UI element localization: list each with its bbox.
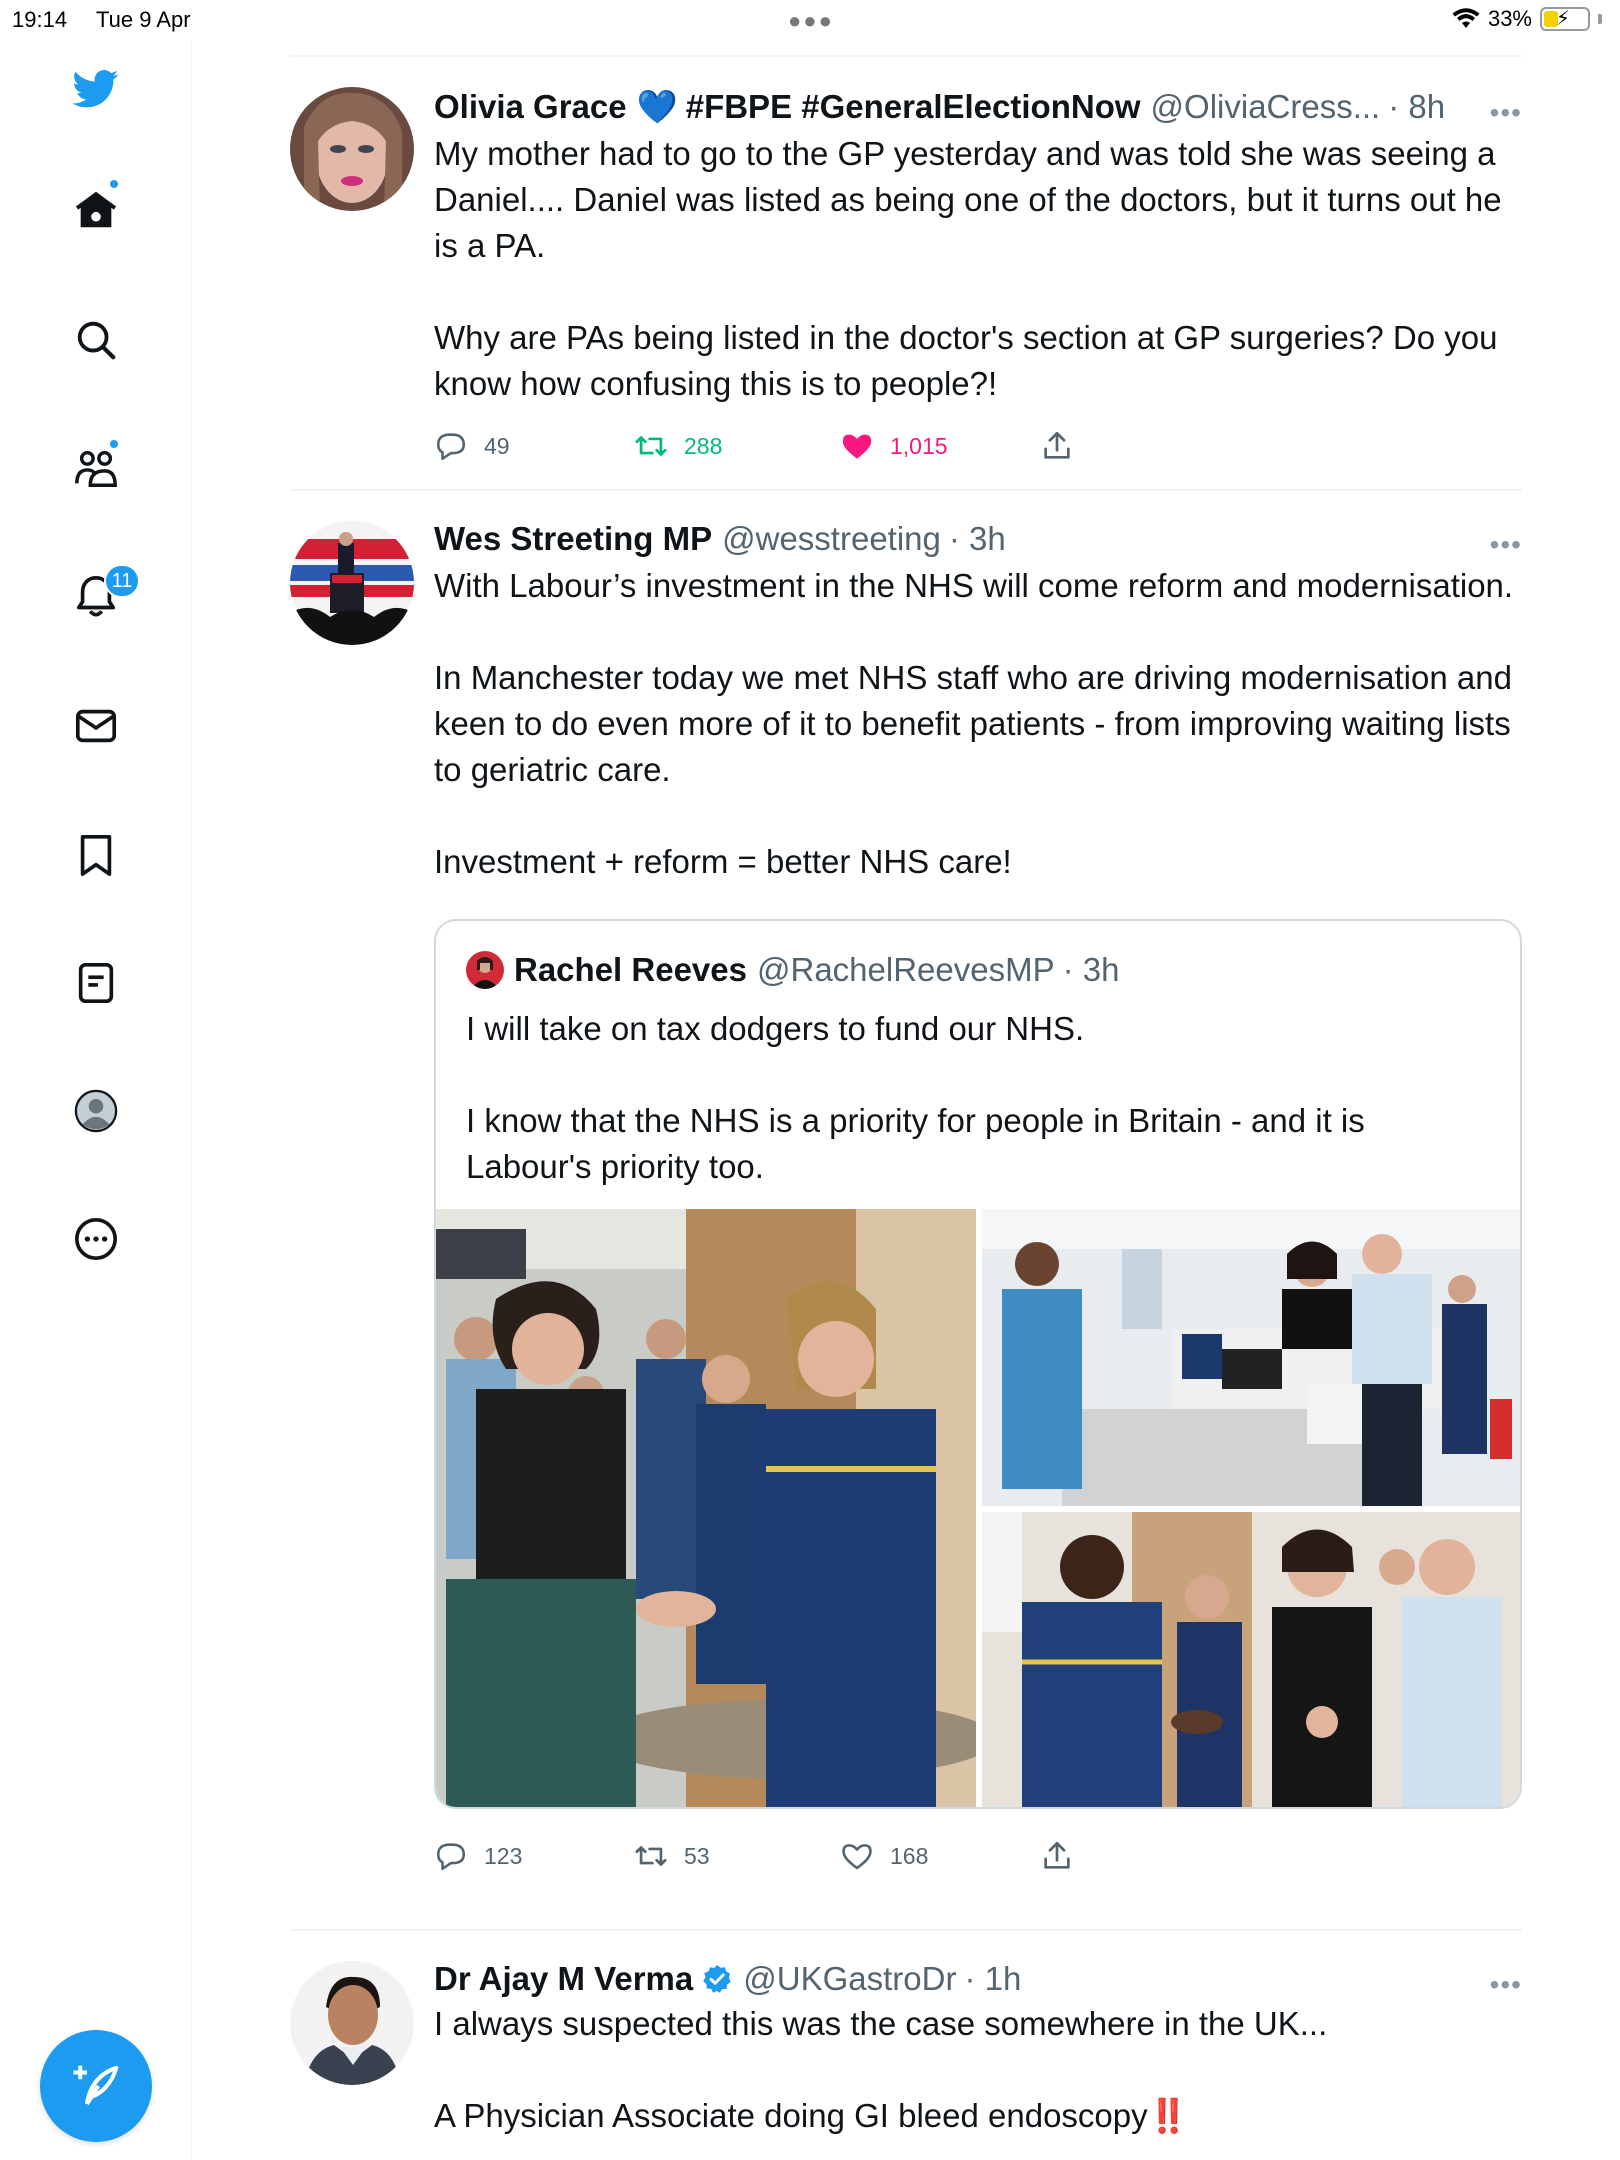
author-hashtags[interactable]: #FBPE #GeneralElectionNow xyxy=(686,88,1141,126)
retweet-icon xyxy=(635,1846,667,1866)
author-handle[interactable]: @UKGastroDr xyxy=(743,1960,956,1998)
reply-count: 123 xyxy=(484,1842,523,1869)
quote-author-name[interactable]: Rachel Reeves xyxy=(514,951,747,989)
quote-avatar-rachel-reeves[interactable] xyxy=(466,951,504,989)
status-time: 19:14 xyxy=(12,7,68,32)
heart-filled-icon xyxy=(842,434,872,459)
author-handle[interactable]: @wesstreeting xyxy=(722,520,941,558)
tweet-actions: 49 288 1,015 xyxy=(434,421,1522,471)
share-button[interactable] xyxy=(1040,421,1074,471)
reply-count: 49 xyxy=(484,432,510,459)
tweet-time[interactable]: · 8h xyxy=(1388,88,1445,126)
reply-icon xyxy=(436,433,466,461)
messages-nav[interactable] xyxy=(66,696,126,756)
tweet-olivia-grace[interactable]: Olivia Grace 💙 #FBPE #GeneralElectionNow… xyxy=(290,57,1522,489)
verified-badge-icon xyxy=(703,1965,731,1993)
photo-handshake[interactable] xyxy=(436,1209,976,1807)
profile-nav[interactable] xyxy=(66,1081,126,1141)
home-icon xyxy=(75,191,117,228)
tweet-more-icon[interactable]: ••• xyxy=(1490,1969,1522,2001)
like-button[interactable]: 1,015 xyxy=(840,421,948,471)
timeline-feed: Olivia Grace 💙 #FBPE #GeneralElectionNow… xyxy=(290,55,1522,2160)
quote-text: I will take on tax dodgers to fund our N… xyxy=(466,1010,1365,1185)
retweet-button[interactable]: 288 xyxy=(634,421,722,471)
more-nav[interactable] xyxy=(66,1209,126,1269)
double-exclamation-emoji: ‼️ xyxy=(1147,2097,1189,2134)
tweet-time[interactable]: · 1h xyxy=(964,1960,1021,1998)
like-count: 1,015 xyxy=(890,432,948,459)
photo-nurses-group[interactable] xyxy=(982,1512,1520,1807)
notifications-badge: 11 xyxy=(104,564,140,598)
avatar-ajay-verma[interactable] xyxy=(290,1961,414,2085)
retweet-icon xyxy=(635,436,667,456)
reply-button[interactable]: 49 xyxy=(434,421,510,471)
retweet-count: 288 xyxy=(684,432,723,459)
quoted-tweet[interactable]: Rachel Reeves @RachelReevesMP · 3h I wil… xyxy=(434,919,1522,1809)
lists-nav[interactable] xyxy=(66,953,126,1013)
battery-icon: ⚡ xyxy=(1540,7,1590,31)
sidebar: 11 xyxy=(0,40,192,2160)
heart-outline-icon xyxy=(842,1844,872,1870)
envelope-icon xyxy=(75,709,117,743)
tweet-wes-streeting[interactable]: Wes Streeting MP @wesstreeting · 3h ••• … xyxy=(290,491,1522,1929)
author-name[interactable]: Olivia Grace xyxy=(434,88,627,126)
author-name[interactable]: Dr Ajay M Verma xyxy=(434,1960,693,1998)
twitter-logo-icon[interactable] xyxy=(66,58,126,118)
notifications-nav[interactable]: 11 xyxy=(66,564,140,626)
quote-media-grid xyxy=(436,1209,1520,1807)
tweet-actions: 123 53 168 xyxy=(434,1831,1522,1881)
multitasking-dots-icon[interactable]: ●●● xyxy=(788,8,834,34)
photo-reception-desk[interactable] xyxy=(982,1209,1520,1506)
lists-icon xyxy=(78,962,114,1004)
battery-percent: 33% xyxy=(1487,6,1532,31)
quote-time[interactable]: · 3h xyxy=(1063,951,1120,989)
retweet-count: 53 xyxy=(684,1842,710,1869)
share-icon xyxy=(1044,1841,1070,1869)
profile-avatar-icon xyxy=(74,1089,118,1133)
tweet-ajay-verma[interactable]: Dr Ajay M Verma @UKGastroDr · 1h ••• I a… xyxy=(290,1931,1522,2160)
more-circle-icon xyxy=(75,1218,117,1260)
communities-nav[interactable] xyxy=(66,438,126,498)
retweet-button[interactable]: 53 xyxy=(634,1831,710,1881)
avatar-wes-streeting[interactable] xyxy=(290,521,414,645)
bird-icon xyxy=(73,69,119,108)
like-button[interactable]: 168 xyxy=(840,1831,928,1881)
bookmark-icon xyxy=(80,834,112,876)
like-count: 168 xyxy=(890,1842,929,1869)
share-button[interactable] xyxy=(1040,1831,1074,1881)
avatar-olivia-grace[interactable] xyxy=(290,87,414,211)
tweet-more-icon[interactable]: ••• xyxy=(1490,97,1522,129)
tweet-more-icon[interactable]: ••• xyxy=(1490,529,1522,561)
communities-icon xyxy=(75,450,117,487)
home-unread-dot xyxy=(108,178,120,190)
blue-heart-emoji: 💙 xyxy=(636,87,678,125)
explore-nav[interactable] xyxy=(66,310,126,370)
communities-unread-dot xyxy=(108,438,120,450)
reply-icon xyxy=(436,1843,466,1871)
tweet-text: I always suspected this was the case som… xyxy=(434,2005,1328,2134)
quote-author-handle[interactable]: @RachelReevesMP xyxy=(757,951,1055,989)
author-name[interactable]: Wes Streeting MP xyxy=(434,520,712,558)
tweet-text: My mother had to go to the GP yesterday … xyxy=(434,135,1502,402)
share-icon xyxy=(1044,431,1070,459)
compose-tweet-button[interactable] xyxy=(40,2030,152,2142)
tweet-time[interactable]: · 3h xyxy=(949,520,1006,558)
search-icon xyxy=(77,321,116,360)
tweet-text: With Labour’s investment in the NHS will… xyxy=(434,567,1514,880)
status-bar: 19:14 Tue 9 Apr ●●● 33% ⚡ xyxy=(0,0,1620,40)
status-date: Tue 9 Apr xyxy=(96,7,191,32)
bookmarks-nav[interactable] xyxy=(66,825,126,885)
wifi-icon xyxy=(1452,8,1480,28)
home-nav[interactable] xyxy=(66,178,126,240)
compose-feather-icon xyxy=(73,2065,119,2106)
reply-button[interactable]: 123 xyxy=(434,1831,522,1881)
author-handle[interactable]: @OliviaCress... xyxy=(1151,88,1381,126)
